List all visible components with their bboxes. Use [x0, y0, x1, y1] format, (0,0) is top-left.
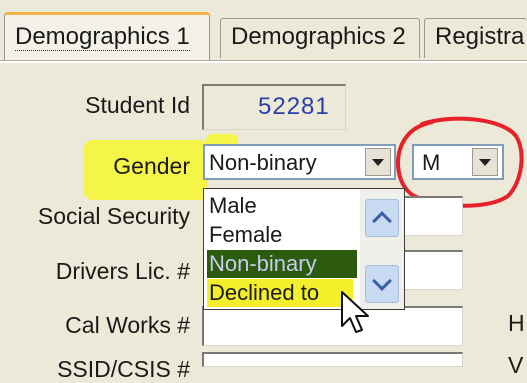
drivers-license-label: Drivers Lic. #: [55, 258, 190, 284]
student-id-value: 52281: [258, 93, 330, 120]
tab-demographics-2-label: Demographics 2: [231, 23, 406, 50]
tab-demographics-1[interactable]: Demographics 1: [4, 12, 210, 62]
gender-option-non-binary[interactable]: Non-binary: [207, 250, 357, 278]
gender-option-female[interactable]: Female: [207, 221, 282, 249]
chevron-down-icon: [372, 271, 392, 291]
mouse-pointer-icon: [341, 291, 369, 333]
ssn-label: Social Security: [37, 203, 190, 229]
tab-strip: Demographics 1 Demographics 2 Registra: [0, 0, 527, 63]
tab-registration[interactable]: Registra: [424, 18, 527, 58]
scroll-up-button[interactable]: [365, 199, 399, 237]
student-id-label: Student Id: [85, 92, 190, 118]
tab-demographics-1-label: Demographics 1: [15, 23, 190, 51]
tab-registration-label: Registra: [435, 23, 525, 50]
ssid-field[interactable]: [202, 352, 463, 367]
tab-divider: [0, 60, 527, 63]
gender-select[interactable]: Non-binary: [203, 144, 396, 180]
student-id-field: 52281: [202, 84, 346, 130]
chevron-down-icon: [372, 158, 384, 166]
cal-works-label: Cal Works #: [65, 312, 190, 338]
red-circle-stroke: [396, 116, 524, 208]
gender-dropdown-list: Male Female Non-binary Declined to: [203, 188, 405, 310]
right-partial-label-1: H: [508, 310, 525, 336]
tab-demographics-2[interactable]: Demographics 2: [220, 18, 420, 58]
right-partial-label-2: V: [508, 352, 524, 378]
gender-label: Gender: [113, 153, 190, 179]
chevron-up-icon: [372, 211, 392, 231]
gender-option-declined[interactable]: Declined to: [207, 279, 353, 307]
gender-dropdown-button[interactable]: [365, 148, 391, 176]
ssid-label: SSID/CSIS #: [57, 356, 190, 382]
gender-select-value: Non-binary: [209, 150, 317, 175]
gender-option-male[interactable]: Male: [207, 192, 257, 220]
cal-works-field[interactable]: [202, 306, 463, 346]
